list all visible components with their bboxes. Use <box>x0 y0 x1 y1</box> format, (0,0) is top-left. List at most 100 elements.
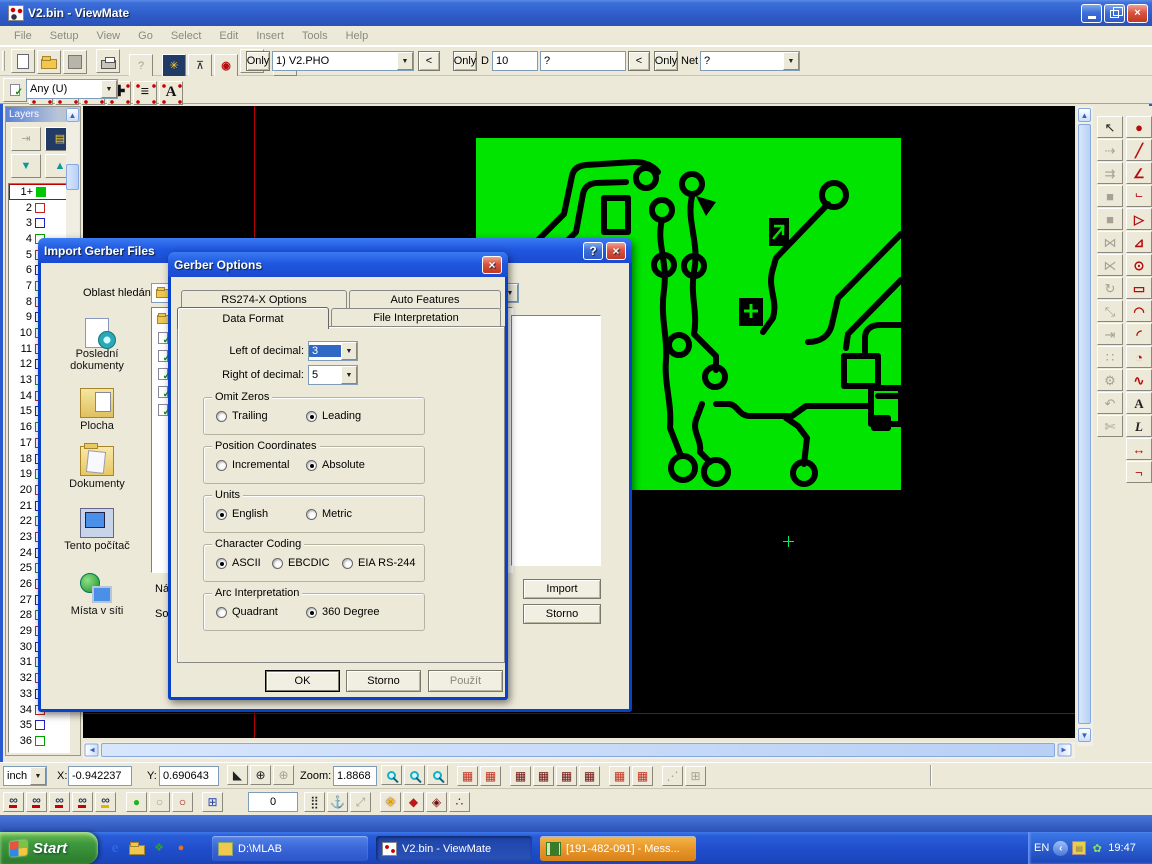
zoom-selection-icon[interactable] <box>404 765 425 785</box>
tray-app1-icon[interactable]: ▤ <box>1072 841 1086 855</box>
draw-corner-icon[interactable]: ⌐ <box>1126 461 1152 483</box>
menu-item-view[interactable]: View <box>88 28 128 44</box>
tab-data-format[interactable]: Data Format <box>177 307 329 329</box>
language-indicator[interactable]: EN <box>1034 842 1049 854</box>
diagonal-path-icon[interactable]: ⋰ <box>662 766 683 786</box>
measure-icon[interactable]: ⊼ <box>188 54 212 78</box>
new-file-icon[interactable] <box>11 49 35 73</box>
zoom-input[interactable]: 1.8868 <box>333 766 377 786</box>
chevron-down-icon[interactable]: ▼ <box>341 366 357 384</box>
title-bar[interactable]: V2.bin - ViewMate × <box>0 0 1152 26</box>
toolbar-grip[interactable] <box>2 51 5 71</box>
firefox-icon[interactable]: ● <box>171 837 191 859</box>
scroll-up-icon[interactable]: ▲ <box>66 108 79 122</box>
tile-windows-icon[interactable]: ⊞ <box>202 792 223 812</box>
scroll-down-icon[interactable]: ▼ <box>1078 728 1091 742</box>
view-dcodes-icon[interactable]: ∞ <box>3 792 24 812</box>
radio-absolute[interactable]: Absolute <box>306 459 365 471</box>
mirror-vertical-icon[interactable]: ⋉ <box>1097 254 1123 276</box>
radio-360-degree[interactable]: 360 Degree <box>306 606 380 618</box>
pad-edit-icon[interactable]: ◈ <box>426 792 447 812</box>
move-object-icon[interactable]: ⇉ <box>1097 162 1123 184</box>
save-icon[interactable] <box>63 50 87 74</box>
layer-row-1[interactable]: 1+ <box>9 184 69 200</box>
layer-row-36[interactable]: 36 <box>9 733 69 749</box>
layer-color-swatch[interactable] <box>35 720 45 730</box>
layer-color-swatch[interactable] <box>35 736 45 746</box>
scale-icon[interactable]: ⤡ <box>1097 300 1123 322</box>
right-of-decimal-combo[interactable]: 5 ▼ <box>308 365 358 385</box>
tray-collapse-icon[interactable]: ‹ <box>1053 841 1068 856</box>
only-net-button[interactable]: Only <box>654 51 678 71</box>
select-pad-icon[interactable]: ≡ <box>133 81 157 105</box>
menu-item-setup[interactable]: Setup <box>42 28 87 44</box>
layer-down-button[interactable]: ▼ <box>11 154 41 178</box>
flash-mode-icon[interactable]: ❖ <box>380 792 401 812</box>
radio-leading[interactable]: Leading <box>306 410 361 422</box>
layer-row-35[interactable]: 35 <box>9 717 69 733</box>
task-button-1[interactable]: D:\MLAB <box>212 836 368 861</box>
gerber-dialog-titlebar[interactable]: Gerber Options × <box>168 252 508 277</box>
net-combo[interactable]: ? ▼ <box>700 51 800 71</box>
left-of-decimal-combo[interactable]: 3 ▼ <box>308 341 358 361</box>
selection-filter-combo[interactable]: Any (U) ▼ <box>26 79 118 99</box>
radio-quadrant[interactable]: Quadrant <box>216 606 278 618</box>
draw-ray-icon[interactable]: ▷ <box>1126 208 1152 230</box>
green-app-icon[interactable]: ❖ <box>149 837 169 859</box>
display-mode-1-icon[interactable]: ▦ <box>510 766 531 786</box>
scroll-thumb[interactable] <box>66 164 79 190</box>
move-vertex-icon[interactable]: ⇢ <box>1097 139 1123 161</box>
scroll-up-icon[interactable]: ▲ <box>1078 108 1091 122</box>
display-mode-3-icon[interactable]: ▦ <box>556 766 577 786</box>
only-dcode-button[interactable]: Only <box>453 51 477 71</box>
dcode-input[interactable]: 10 <box>492 51 538 71</box>
highlight-on-icon[interactable]: ● <box>126 792 147 812</box>
place-my-computer[interactable]: Tento počítač <box>51 508 143 552</box>
chevron-down-icon[interactable]: ▼ <box>783 52 799 70</box>
scroll-thumb[interactable] <box>1078 124 1091 724</box>
menu-item-insert[interactable]: Insert <box>248 28 292 44</box>
rotate-icon[interactable]: ↻ <box>1097 277 1123 299</box>
menu-item-help[interactable]: Help <box>338 28 377 44</box>
snap-move-icon[interactable]: ⇥ <box>1097 323 1123 345</box>
close-icon[interactable]: × <box>606 242 626 260</box>
draw-dimension-icon[interactable]: ↔ <box>1126 438 1152 460</box>
radio-ascii[interactable]: ASCII <box>216 557 261 569</box>
import-button[interactable]: Import <box>523 579 601 599</box>
prev-layer-button[interactable]: < <box>418 51 440 71</box>
fill-outline-icon[interactable]: ■ <box>1097 208 1123 230</box>
draw-polyline-icon[interactable]: ∠ <box>1126 162 1152 184</box>
layer-color-swatch[interactable] <box>35 203 45 213</box>
cancel-button[interactable]: Storno <box>346 670 421 692</box>
layer-row-3[interactable]: 3 <box>9 215 69 231</box>
pad-select-icon[interactable]: ◆ <box>403 792 424 812</box>
draw-rectangle-icon[interactable]: ▭ <box>1126 277 1152 299</box>
angle-measure-icon[interactable]: ◣ <box>227 765 248 785</box>
draw-curve-icon[interactable]: ◠ <box>1126 300 1152 322</box>
zoom-window-icon[interactable] <box>427 765 448 785</box>
radio-metric[interactable]: Metric <box>306 508 352 520</box>
pad-dots-icon[interactable]: ∴ <box>449 792 470 812</box>
close-button[interactable]: × <box>1127 4 1148 23</box>
start-button[interactable]: Start <box>0 832 98 864</box>
dcode-query-input[interactable]: ? <box>540 51 626 71</box>
chevron-down-icon[interactable]: ▼ <box>101 80 117 98</box>
place-desktop[interactable]: Plocha <box>51 388 143 432</box>
undo-icon[interactable]: ↶ <box>1097 392 1123 414</box>
display-mode-4-icon[interactable]: ▦ <box>579 766 600 786</box>
layer-color-swatch[interactable] <box>36 187 46 197</box>
prev-dcode-button[interactable]: < <box>628 51 650 71</box>
restore-button[interactable] <box>1104 4 1125 23</box>
place-network[interactable]: Místa v síti <box>51 573 143 617</box>
scroll-thumb[interactable] <box>101 743 1055 757</box>
grid-minor-icon[interactable]: ▦ <box>632 766 653 786</box>
display-mode-2-icon[interactable]: ▦ <box>533 766 554 786</box>
select-text-icon[interactable]: A <box>159 81 183 105</box>
vector-snap-icon[interactable]: ⤢ <box>350 792 371 812</box>
grid-display-1-icon[interactable]: ▦ <box>457 766 478 786</box>
highlight-query-icon[interactable]: ○ <box>172 792 193 812</box>
open-file-icon[interactable] <box>37 50 61 74</box>
minimize-button[interactable] <box>1081 4 1102 23</box>
chevron-down-icon[interactable]: ▼ <box>341 342 357 360</box>
draw-text-icon[interactable]: A <box>1126 392 1152 414</box>
